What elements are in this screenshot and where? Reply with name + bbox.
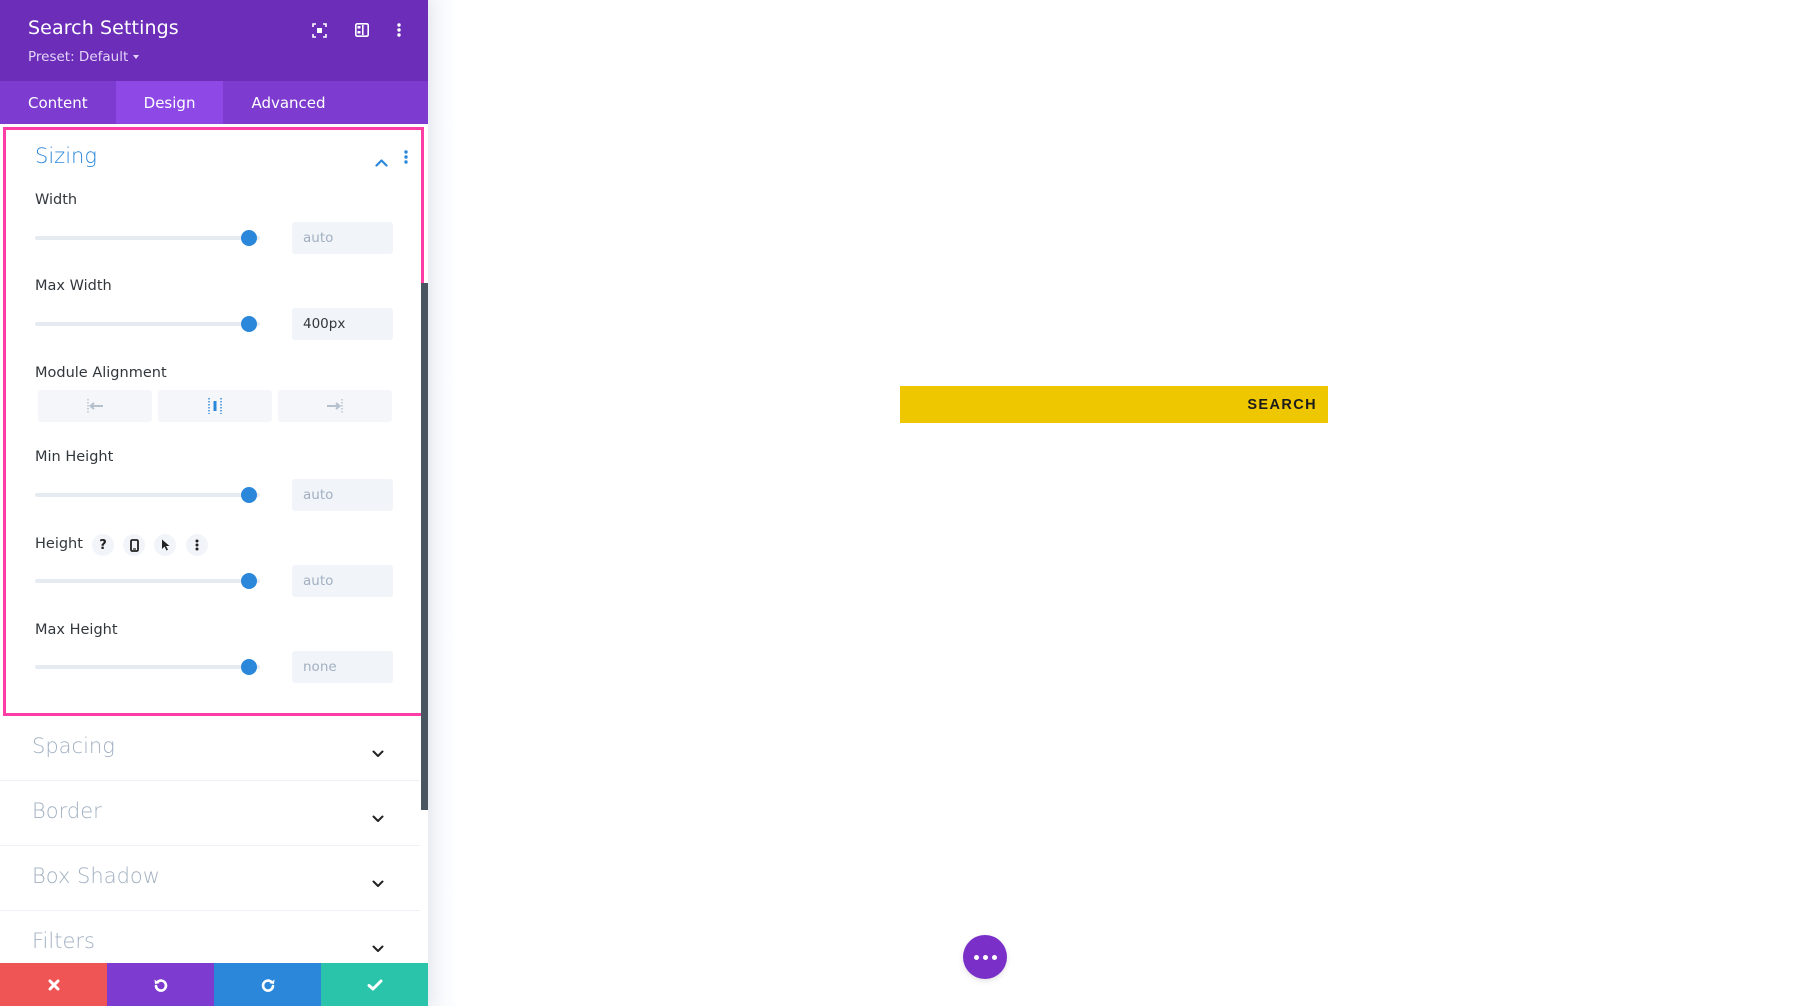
height-slider[interactable] (35, 571, 260, 591)
section-label: Border (32, 799, 102, 823)
panel-title: Search Settings (28, 17, 179, 39)
section-spacing[interactable]: Spacing (0, 716, 420, 781)
search-button[interactable]: SEARCH (1247, 397, 1317, 413)
more-vertical-icon[interactable] (404, 149, 408, 168)
slider-thumb[interactable] (240, 316, 257, 332)
search-module[interactable]: SEARCH (900, 386, 1328, 423)
section-label: Filters (32, 929, 95, 953)
chevron-down-icon (372, 743, 384, 762)
width-input[interactable] (292, 222, 393, 254)
height-input[interactable] (292, 565, 393, 597)
slider-thumb[interactable] (240, 230, 257, 246)
page-settings-button[interactable] (963, 935, 1007, 979)
width-slider[interactable] (35, 228, 260, 248)
min-height-slider[interactable] (35, 485, 260, 505)
align-center-icon (208, 398, 222, 414)
min-height-input[interactable] (292, 479, 393, 511)
panel-footer (0, 963, 428, 1006)
chevron-down-icon (372, 808, 384, 827)
module-alignment-label: Module Alignment (35, 365, 167, 381)
chevron-up-icon[interactable] (375, 152, 388, 171)
width-label: Width (35, 192, 78, 208)
section-border[interactable]: Border (0, 781, 420, 846)
slider-track (35, 665, 260, 669)
more-vertical-icon[interactable] (186, 534, 208, 556)
align-left-button[interactable] (38, 390, 152, 422)
settings-panel: Search Settings Preset: Default Content … (0, 0, 428, 1006)
slider-thumb[interactable] (240, 487, 257, 503)
split-layout-icon[interactable] (352, 20, 372, 40)
help-icon[interactable]: ? (92, 534, 114, 556)
align-right-button[interactable] (278, 390, 392, 422)
dot (982, 954, 988, 960)
max-width-input[interactable] (292, 308, 393, 340)
module-alignment-control (38, 390, 392, 422)
dot (973, 954, 979, 960)
align-right-icon (327, 399, 343, 413)
max-height-input[interactable] (292, 651, 393, 683)
caret-down-icon (133, 55, 140, 59)
min-height-label: Min Height (35, 449, 114, 465)
max-height-slider[interactable] (35, 657, 260, 677)
expand-icon[interactable] (309, 20, 329, 40)
dot (991, 954, 997, 960)
redo-icon (261, 978, 274, 992)
panel-shadow (428, 0, 458, 1006)
section-label: Spacing (32, 734, 115, 758)
slider-track (35, 493, 260, 497)
height-label: Height (35, 536, 83, 552)
max-height-label: Max Height (35, 622, 118, 638)
align-center-button[interactable] (158, 390, 272, 422)
sizing-section: Sizing Width Max Width Module Alignment (3, 127, 424, 716)
check-icon (367, 979, 382, 990)
slider-track (35, 322, 260, 326)
save-button[interactable] (321, 963, 428, 1006)
cancel-button[interactable] (0, 963, 107, 1006)
tab-design[interactable]: Design (115, 81, 224, 124)
max-width-label: Max Width (35, 278, 112, 294)
chevron-down-icon (372, 938, 384, 957)
close-icon (48, 979, 59, 990)
preset-label: Preset: Default (28, 49, 129, 65)
tab-content[interactable]: Content (0, 81, 116, 124)
hover-cursor-icon[interactable] (154, 534, 176, 556)
slider-track (35, 236, 260, 240)
settings-tabs: Content Design Advanced (0, 81, 428, 124)
panel-scrollbar[interactable] (421, 283, 428, 810)
align-left-icon (87, 399, 103, 413)
slider-thumb[interactable] (240, 659, 257, 675)
redo-button[interactable] (214, 963, 321, 1006)
undo-button[interactable] (107, 963, 214, 1006)
tab-advanced[interactable]: Advanced (223, 81, 353, 124)
undo-icon (154, 978, 167, 992)
preset-selector[interactable]: Preset: Default (28, 49, 140, 65)
section-title[interactable]: Sizing (35, 144, 97, 168)
section-box-shadow[interactable]: Box Shadow (0, 846, 420, 911)
slider-track (35, 579, 260, 583)
panel-header: Search Settings Preset: Default (0, 0, 428, 81)
chevron-down-icon (372, 873, 384, 892)
responsive-phone-icon[interactable] (123, 534, 145, 556)
section-label: Box Shadow (32, 864, 160, 888)
max-width-slider[interactable] (35, 314, 260, 334)
slider-thumb[interactable] (240, 573, 257, 589)
more-vertical-icon[interactable] (389, 20, 409, 40)
